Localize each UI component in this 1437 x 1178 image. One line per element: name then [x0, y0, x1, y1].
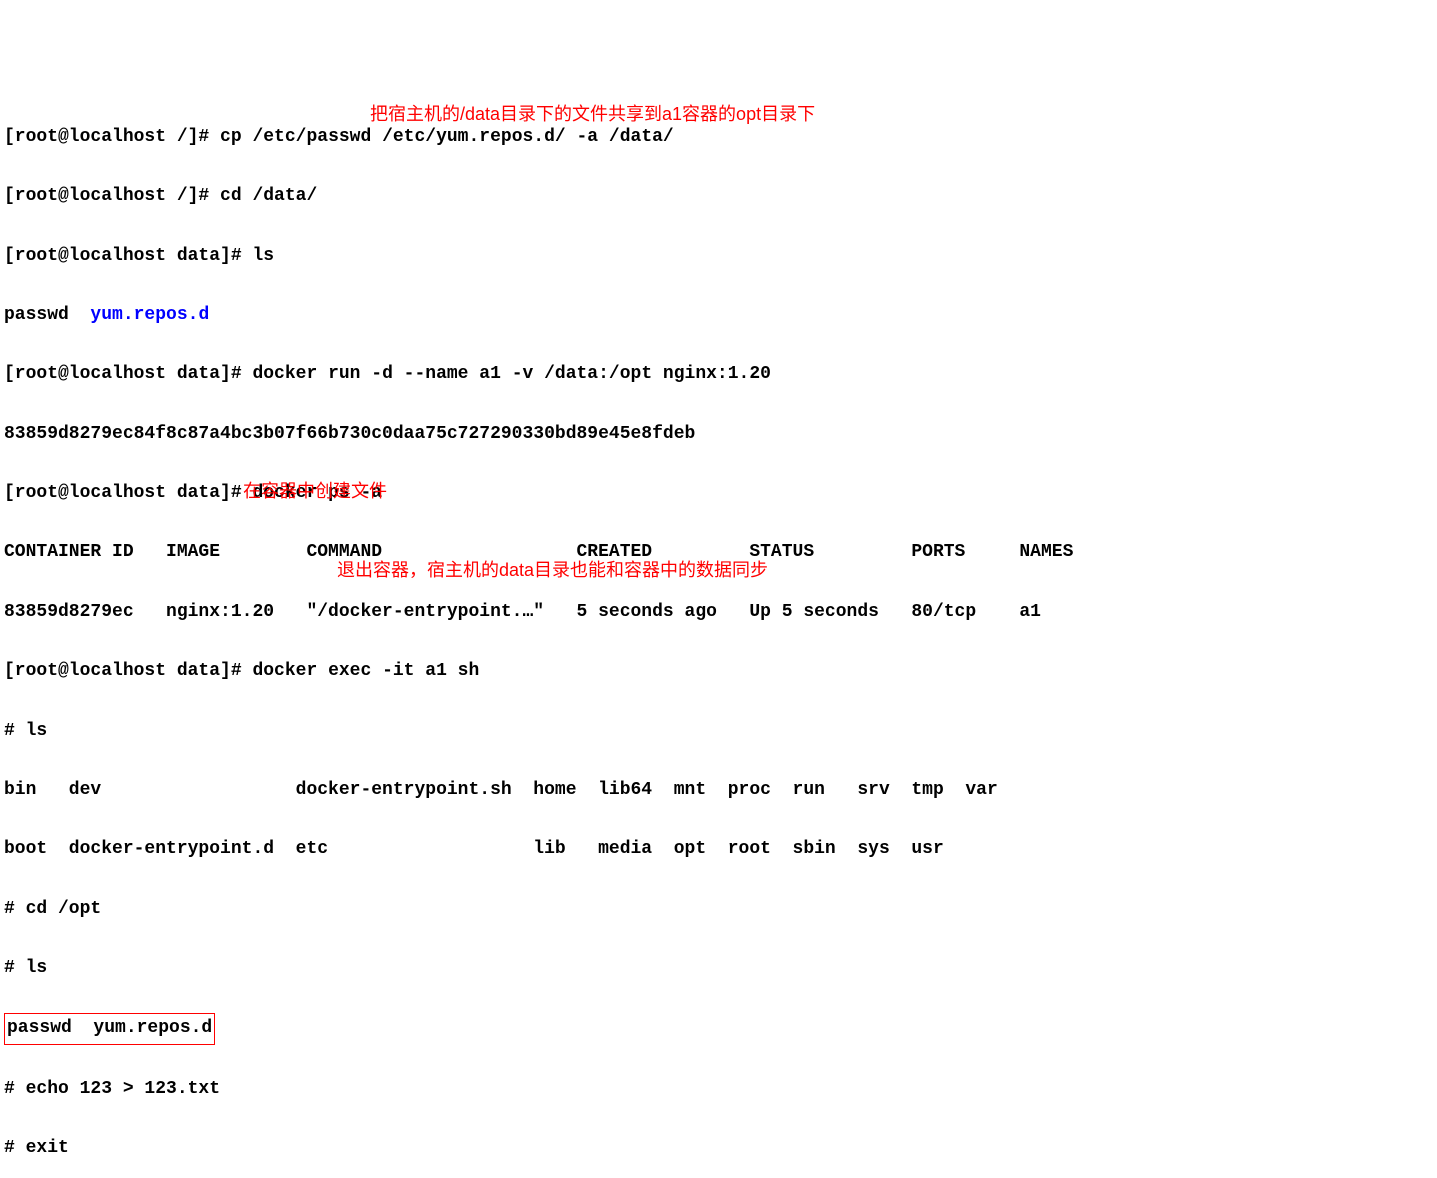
- boxed-output-line: passwd yum.repos.d: [4, 1013, 1433, 1045]
- annotation-sync-data: 退出容器，宿主机的data目录也能和容器中的数据同步: [337, 556, 768, 586]
- terminal-line: [root@localhost data]# docker exec -it a…: [4, 657, 1433, 687]
- terminal-line: passwd yum.repos.d: [4, 301, 1433, 331]
- command: docker run -d --name a1 -v /data:/opt ng…: [252, 364, 770, 384]
- annotation-create-file: 在容器中创建文件: [243, 477, 387, 507]
- container-ls-row2: boot docker-entrypoint.d etc lib media o…: [4, 835, 1433, 865]
- dir-yum-repos: yum.repos.d: [90, 305, 209, 325]
- container-id-output: 83859d8279ec84f8c87a4bc3b07f66b730c0daa7…: [4, 420, 1433, 450]
- container-shell-line: # cd /opt: [4, 895, 1433, 925]
- terminal-line: [root@localhost data]# docker run -d --n…: [4, 360, 1433, 390]
- command: cp /etc/passwd /etc/yum.repos.d/ -a /dat…: [220, 127, 674, 147]
- docker-ps-row: 83859d8279ec nginx:1.20 "/docker-entrypo…: [4, 598, 1433, 628]
- prompt: [root@localhost /]#: [4, 127, 220, 147]
- container-shell-line: # exit: [4, 1134, 1433, 1164]
- terminal-line: [root@localhost data]# ls: [4, 242, 1433, 272]
- container-ls-row1: bin dev docker-entrypoint.sh home lib64 …: [4, 776, 1433, 806]
- prompt: [root@localhost data]#: [4, 364, 252, 384]
- highlight-box: passwd yum.repos.d: [4, 1013, 215, 1045]
- container-shell-line: # ls: [4, 717, 1433, 747]
- command: docker exec -it a1 sh: [252, 661, 479, 681]
- terminal-line: [root@localhost /]# cd /data/: [4, 182, 1433, 212]
- command: ls: [252, 246, 274, 266]
- command: cd /data/: [220, 186, 317, 206]
- file-passwd: passwd: [4, 305, 90, 325]
- container-shell-line: # ls: [4, 954, 1433, 984]
- prompt: [root@localhost data]#: [4, 661, 252, 681]
- prompt: [root@localhost data]#: [4, 246, 252, 266]
- annotation-share-data: 把宿主机的/data目录下的文件共享到a1容器的opt目录下: [370, 100, 815, 130]
- prompt: [root@localhost data]#: [4, 483, 252, 503]
- terminal-line: [root@localhost data]# docker ps -a: [4, 479, 1433, 509]
- prompt: [root@localhost /]#: [4, 186, 220, 206]
- container-shell-line: # echo 123 > 123.txt: [4, 1075, 1433, 1105]
